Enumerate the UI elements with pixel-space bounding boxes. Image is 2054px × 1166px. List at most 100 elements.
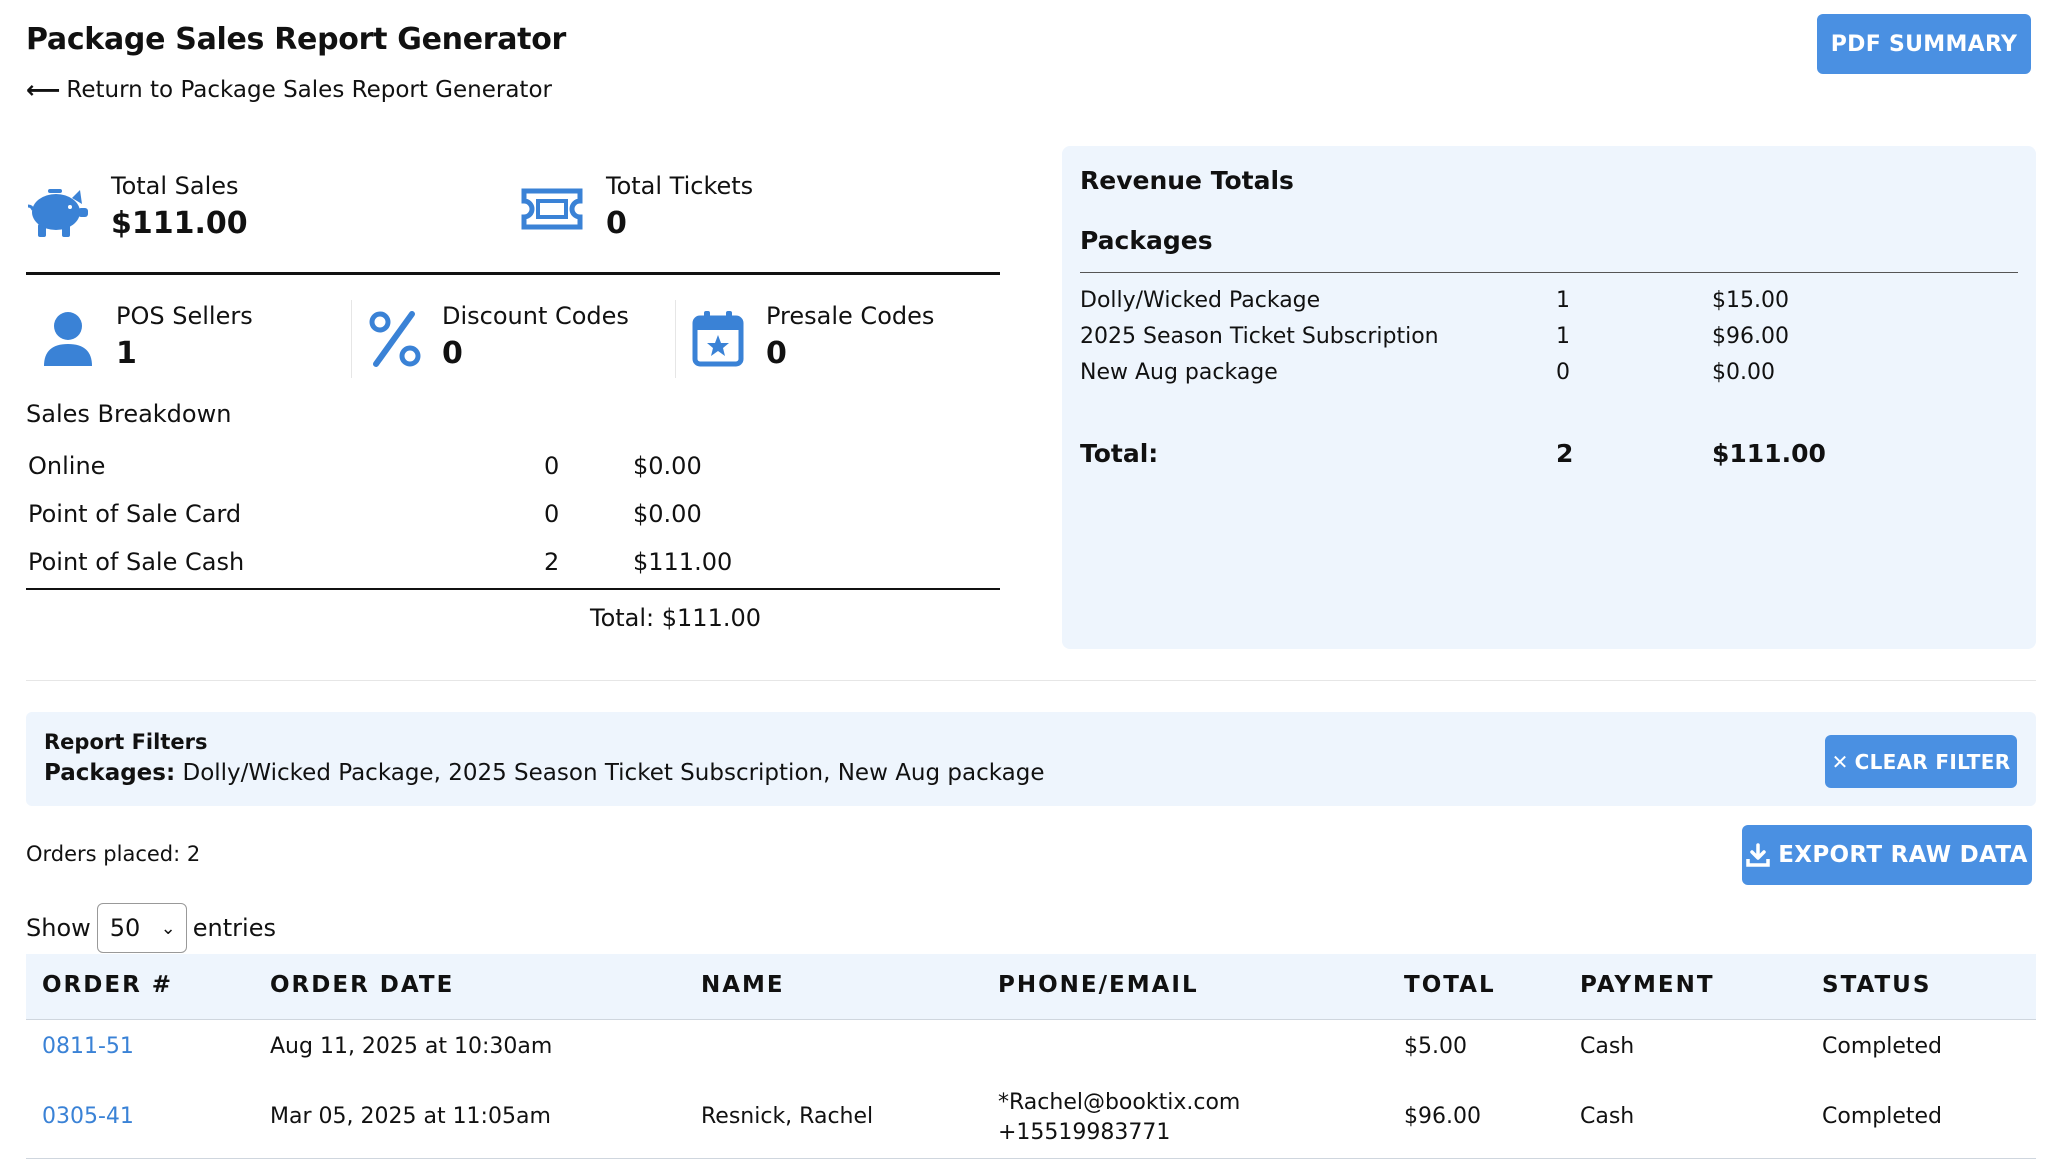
- breakdown-count: 0: [544, 452, 560, 480]
- table-row-divider: [26, 1158, 2036, 1159]
- column-header[interactable]: ORDER #: [42, 972, 173, 998]
- percent-icon: [369, 311, 421, 367]
- package-name: New Aug package: [1080, 360, 1278, 385]
- total-tickets-label: Total Tickets: [606, 172, 754, 200]
- discount-codes-value: 0: [442, 336, 463, 371]
- piggy-bank-icon: [27, 189, 88, 237]
- column-header[interactable]: PHONE/EMAIL: [998, 972, 1199, 998]
- order-payment: Cash: [1580, 1104, 1635, 1129]
- column-header[interactable]: PAYMENT: [1580, 972, 1715, 998]
- package-count: 1: [1556, 324, 1570, 349]
- close-icon: ✕: [1831, 749, 1849, 774]
- package-name: 2025 Season Ticket Subscription: [1080, 324, 1439, 349]
- order-status: Completed: [1822, 1104, 1942, 1129]
- order-link[interactable]: 0811-51: [42, 1034, 134, 1059]
- order-total: $96.00: [1404, 1104, 1481, 1129]
- sales-breakdown-title: Sales Breakdown: [26, 400, 232, 428]
- breakdown-divider: [26, 588, 1000, 590]
- report-filters: Report Filters Packages: Dolly/Wicked Pa…: [26, 712, 2036, 806]
- column-header[interactable]: NAME: [701, 972, 785, 998]
- orders-placed: Orders placed: 2: [26, 842, 201, 866]
- stat-separator: [351, 300, 352, 378]
- pdf-summary-button[interactable]: PDF SUMMARY: [1817, 14, 2031, 74]
- total-tickets-stat: Total Tickets 0: [606, 172, 753, 241]
- order-payment: Cash: [1580, 1034, 1635, 1059]
- filters-packages-label: Packages:: [44, 760, 176, 786]
- discount-codes-stat: Discount Codes 0: [442, 302, 629, 371]
- breakdown-label: Point of Sale Cash: [28, 548, 245, 576]
- presale-codes-label: Presale Codes: [766, 302, 935, 330]
- entries-label: entries: [192, 914, 276, 942]
- download-icon: [1746, 843, 1771, 867]
- revenue-total-amount: $111.00: [1712, 439, 1826, 468]
- order-total: $5.00: [1404, 1034, 1467, 1059]
- pos-sellers-label: POS Sellers: [116, 302, 253, 330]
- breakdown-row: Online 0 $0.00: [28, 452, 728, 488]
- revenue-title: Revenue Totals: [1080, 166, 1294, 195]
- arrow-left-icon: ⟵: [26, 76, 61, 104]
- entries-select[interactable]: 50 ⌄: [96, 903, 187, 953]
- pos-sellers-stat: POS Sellers 1: [116, 302, 253, 371]
- calendar-star-icon: [692, 311, 744, 367]
- breakdown-count: 0: [544, 500, 560, 528]
- order-email: *Rachel@booktix.com: [998, 1090, 1241, 1115]
- total-sales-label: Total Sales: [111, 172, 239, 200]
- ticket-icon: [521, 188, 583, 230]
- stat-separator: [675, 300, 676, 378]
- package-amount: $15.00: [1712, 288, 1789, 313]
- total-tickets-value: 0: [606, 206, 627, 241]
- discount-codes-label: Discount Codes: [442, 302, 629, 330]
- presale-codes-stat: Presale Codes 0: [766, 302, 934, 371]
- export-label: EXPORT RAW DATA: [1778, 842, 2028, 868]
- column-header[interactable]: STATUS: [1822, 972, 1931, 998]
- clear-filter-label: CLEAR FILTER: [1854, 749, 2011, 774]
- column-header[interactable]: ORDER DATE: [270, 972, 454, 998]
- filters-packages: Packages: Dolly/Wicked Package, 2025 Sea…: [44, 760, 1045, 786]
- export-raw-data-button[interactable]: EXPORT RAW DATA: [1742, 825, 2032, 885]
- column-header[interactable]: TOTAL: [1404, 972, 1496, 998]
- order-status: Completed: [1822, 1034, 1942, 1059]
- revenue-subtitle: Packages: [1080, 226, 1213, 255]
- package-amount: $96.00: [1712, 324, 1789, 349]
- total-sales-value: $111.00: [111, 206, 248, 241]
- pos-sellers-value: 1: [116, 336, 137, 371]
- chevron-down-icon: ⌄: [160, 917, 176, 939]
- order-link[interactable]: 0305-41: [42, 1104, 134, 1129]
- order-phone: +15519983771: [998, 1120, 1171, 1145]
- entries-value: 50: [109, 914, 141, 942]
- package-count: 0: [1556, 360, 1570, 385]
- breakdown-total: Total: $111.00: [590, 604, 762, 632]
- back-link-label: Return to Package Sales Report Generator: [66, 77, 552, 103]
- summary-divider: [26, 272, 1000, 275]
- clear-filter-button[interactable]: ✕ CLEAR FILTER: [1825, 735, 2017, 788]
- show-label: Show: [26, 914, 91, 942]
- order-name: Resnick, Rachel: [701, 1104, 874, 1129]
- table-header: ORDER # ORDER DATE NAME PHONE/EMAIL TOTA…: [26, 954, 2036, 1020]
- package-amount: $0.00: [1712, 360, 1775, 385]
- show-entries: Show 50 ⌄ entries: [26, 903, 276, 953]
- breakdown-label: Online: [28, 452, 106, 480]
- revenue-divider: [1080, 272, 2018, 273]
- revenue-totals-panel: Revenue Totals Packages Dolly/Wicked Pac…: [1062, 146, 2036, 649]
- revenue-total-label: Total:: [1080, 439, 1159, 468]
- total-sales-stat: Total Sales $111.00: [111, 172, 248, 241]
- revenue-total-count: 2: [1556, 439, 1574, 468]
- back-link[interactable]: ⟵ Return to Package Sales Report Generat…: [26, 76, 552, 104]
- breakdown-row: Point of Sale Cash 2 $111.00: [28, 548, 732, 584]
- breakdown-label: Point of Sale Card: [28, 500, 242, 528]
- breakdown-count: 2: [544, 548, 560, 576]
- breakdown-amount: $0.00: [633, 452, 702, 480]
- breakdown-amount: $111.00: [633, 548, 733, 576]
- breakdown-amount: $0.00: [633, 500, 702, 528]
- presale-codes-value: 0: [766, 336, 787, 371]
- user-icon: [44, 312, 92, 366]
- order-date: Mar 05, 2025 at 11:05am: [270, 1104, 551, 1129]
- package-count: 1: [1556, 288, 1570, 313]
- package-name: Dolly/Wicked Package: [1080, 288, 1321, 313]
- section-divider: [26, 680, 2036, 681]
- order-date: Aug 11, 2025 at 10:30am: [270, 1034, 553, 1059]
- page-title: Package Sales Report Generator: [26, 22, 567, 57]
- filters-packages-value: Dolly/Wicked Package, 2025 Season Ticket…: [182, 760, 1045, 786]
- filters-title: Report Filters: [44, 730, 208, 754]
- breakdown-row: Point of Sale Card 0 $0.00: [28, 500, 728, 536]
